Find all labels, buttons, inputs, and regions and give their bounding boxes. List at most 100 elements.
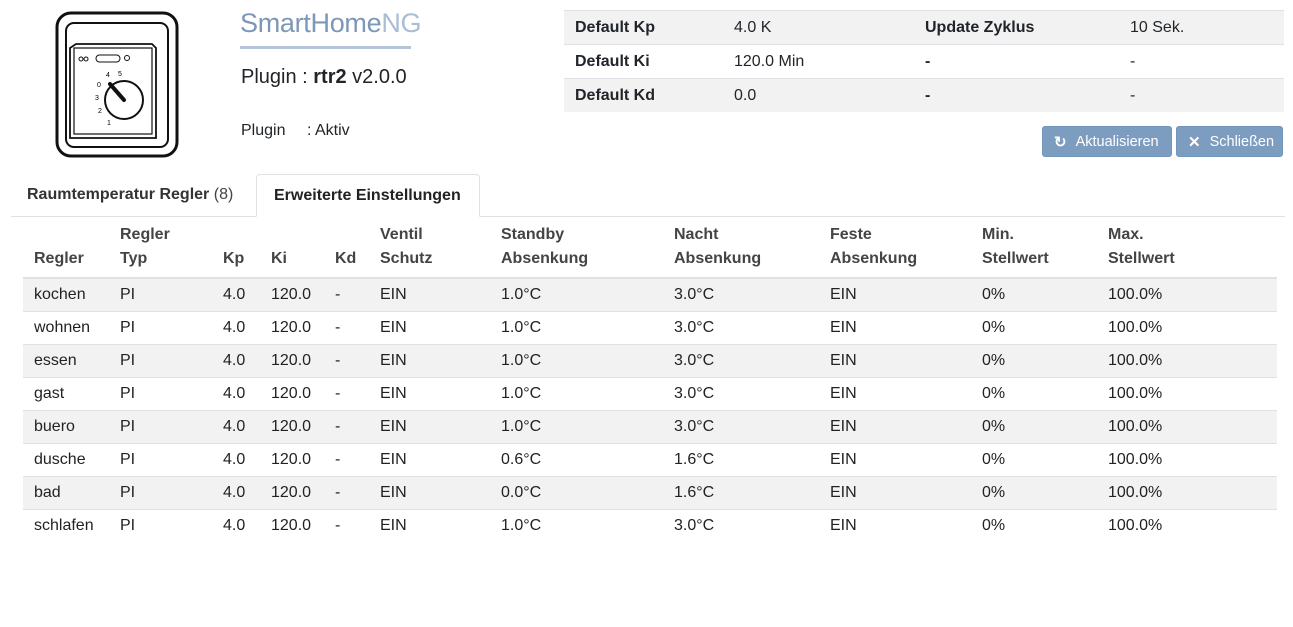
- column-header-line1: Min.: [982, 226, 1014, 243]
- column-header-line2: Absenkung: [501, 250, 589, 267]
- table-cell: EIN: [369, 410, 490, 444]
- table-cell: EIN: [369, 443, 490, 477]
- table-cell: 0%: [971, 311, 1097, 345]
- table-cell: 0%: [971, 509, 1097, 542]
- column-header-line1: [223, 223, 249, 247]
- info-key: Default Kp: [564, 10, 723, 45]
- table-cell: PI: [109, 377, 212, 411]
- column-header-line1: Regler: [120, 226, 170, 243]
- close-icon: ✕: [1188, 133, 1201, 151]
- column-header[interactable]: Kp: [212, 217, 260, 279]
- table-cell: -: [324, 344, 369, 378]
- table-cell: 3.0°C: [663, 509, 819, 542]
- column-header[interactable]: Ki: [260, 217, 324, 279]
- table-cell: buero: [23, 410, 109, 444]
- table-row: dusche PI 4.0 120.0- EIN 0.6°C 1.6°C EIN 0% 100.0…: [23, 443, 1277, 477]
- table-cell: 4.0: [212, 509, 260, 542]
- close-button-label: Schließen: [1209, 133, 1275, 150]
- column-header[interactable]: Kd: [324, 217, 369, 279]
- column-header-line1: [335, 223, 358, 247]
- plugin-title: Plugin : rtr2 v2.0.0: [241, 66, 407, 89]
- column-header[interactable]: Ventil Schutz: [369, 217, 490, 279]
- table-cell: 0%: [971, 443, 1097, 477]
- column-header-line2: Ki: [271, 250, 287, 267]
- table-cell: 4.0: [212, 311, 260, 345]
- column-header-line2: Absenkung: [674, 250, 762, 267]
- column-header-line2: Schutz: [380, 250, 433, 267]
- table-cell: -: [324, 443, 369, 477]
- table-cell: 100.0%: [1097, 311, 1277, 345]
- table-cell: 3.0°C: [663, 277, 819, 312]
- info-value: 10 Sek.: [1119, 10, 1284, 45]
- table-cell: wohnen: [23, 311, 109, 345]
- column-header[interactable]: Regler Typ: [109, 217, 212, 279]
- table-cell: 120.0: [260, 344, 324, 378]
- plugin-status: Plugin: Aktiv: [241, 122, 350, 140]
- info-value: 4.0 K: [723, 10, 914, 45]
- table-cell: -: [324, 509, 369, 542]
- refresh-icon: ↻: [1054, 133, 1067, 151]
- plugin-name: rtr2: [313, 66, 347, 88]
- table-row: schlafen PI 4.0 120.0- EIN 1.0°C 3.0°C EIN 0% 100…: [23, 509, 1277, 542]
- column-header-line2: Kp: [223, 250, 245, 267]
- table-cell: 100.0%: [1097, 277, 1277, 312]
- table-cell: kochen: [23, 277, 109, 312]
- table-cell: 120.0: [260, 377, 324, 411]
- table-cell: 100.0%: [1097, 509, 1277, 542]
- tab-bar: Raumtemperatur Regler (8) Erweiterte Ein…: [11, 174, 1285, 217]
- table-cell: 1.0°C: [490, 377, 663, 411]
- column-header[interactable]: Feste Absenkung: [819, 217, 971, 279]
- table-cell: EIN: [819, 311, 971, 345]
- column-header-line2: Stellwert: [982, 250, 1049, 267]
- logo-underline: [240, 46, 411, 49]
- column-header[interactable]: Min. Stellwert: [971, 217, 1097, 279]
- table-cell: 1.0°C: [490, 311, 663, 345]
- column-header-line1: Ventil: [380, 226, 423, 243]
- column-header-line1: [34, 223, 98, 247]
- dial-label-2: 2: [98, 108, 102, 115]
- table-cell: 1.0°C: [490, 509, 663, 542]
- column-header[interactable]: Standby Absenkung: [490, 217, 663, 279]
- table-cell: 120.0: [260, 410, 324, 444]
- table-cell: 0.0°C: [490, 476, 663, 510]
- tab-raumtemperatur-regler[interactable]: Raumtemperatur Regler (8): [11, 174, 256, 216]
- plugin-info-table: Default Kp 4.0 K Update Zyklus 10 Sek. D…: [564, 10, 1284, 112]
- refresh-button[interactable]: ↻ Aktualisieren: [1042, 126, 1172, 157]
- table-cell: PI: [109, 277, 212, 312]
- table-cell: 0%: [971, 277, 1097, 312]
- info-key: Update Zyklus: [914, 10, 1119, 45]
- table-cell: 100.0%: [1097, 344, 1277, 378]
- table-cell: PI: [109, 410, 212, 444]
- table-cell: 0.6°C: [490, 443, 663, 477]
- column-header-line2: Regler: [34, 250, 84, 267]
- table-cell: EIN: [369, 311, 490, 345]
- table-cell: EIN: [819, 443, 971, 477]
- table-cell: 1.0°C: [490, 277, 663, 312]
- refresh-button-label: Aktualisieren: [1075, 133, 1159, 150]
- table-cell: EIN: [369, 377, 490, 411]
- dial-label-1: 1: [107, 120, 111, 127]
- table-cell: 3.0°C: [663, 311, 819, 345]
- table-cell: 4.0: [212, 476, 260, 510]
- table-cell: 120.0: [260, 509, 324, 542]
- column-header-line1: Max.: [1108, 226, 1144, 243]
- column-header[interactable]: Max. Stellwert: [1097, 217, 1277, 279]
- table-cell: PI: [109, 476, 212, 510]
- table-row: essen PI 4.0 120.0- EIN 1.0°C 3.0°C EIN 0% 100.0%: [23, 344, 1277, 378]
- column-header-line2: Typ: [120, 250, 148, 267]
- close-button[interactable]: ✕ Schließen: [1176, 126, 1283, 157]
- column-header[interactable]: Regler: [23, 217, 109, 279]
- table-cell: 0%: [971, 377, 1097, 411]
- column-header[interactable]: Nacht Absenkung: [663, 217, 819, 279]
- column-header-line2: Absenkung: [830, 250, 918, 267]
- table-cell: EIN: [369, 509, 490, 542]
- plugin-version: v2.0.0: [346, 66, 407, 88]
- table-cell: 1.6°C: [663, 476, 819, 510]
- table-row: bad PI 4.0 120.0- EIN 0.0°C 1.6°C EIN 0% 100.0%: [23, 476, 1277, 510]
- info-value: 120.0 Min: [723, 44, 914, 79]
- plugin-title-prefix: Plugin :: [241, 66, 314, 88]
- info-row: Default Ki 120.0 Min - -: [564, 44, 1284, 79]
- smarthomeng-logo: SmartHomeNG: [240, 8, 422, 39]
- table-row: gast PI 4.0 120.0- EIN 1.0°C 3.0°C EIN 0% 100.0%: [23, 377, 1277, 411]
- tab-erweiterte-einstellungen[interactable]: Erweiterte Einstellungen: [256, 174, 480, 217]
